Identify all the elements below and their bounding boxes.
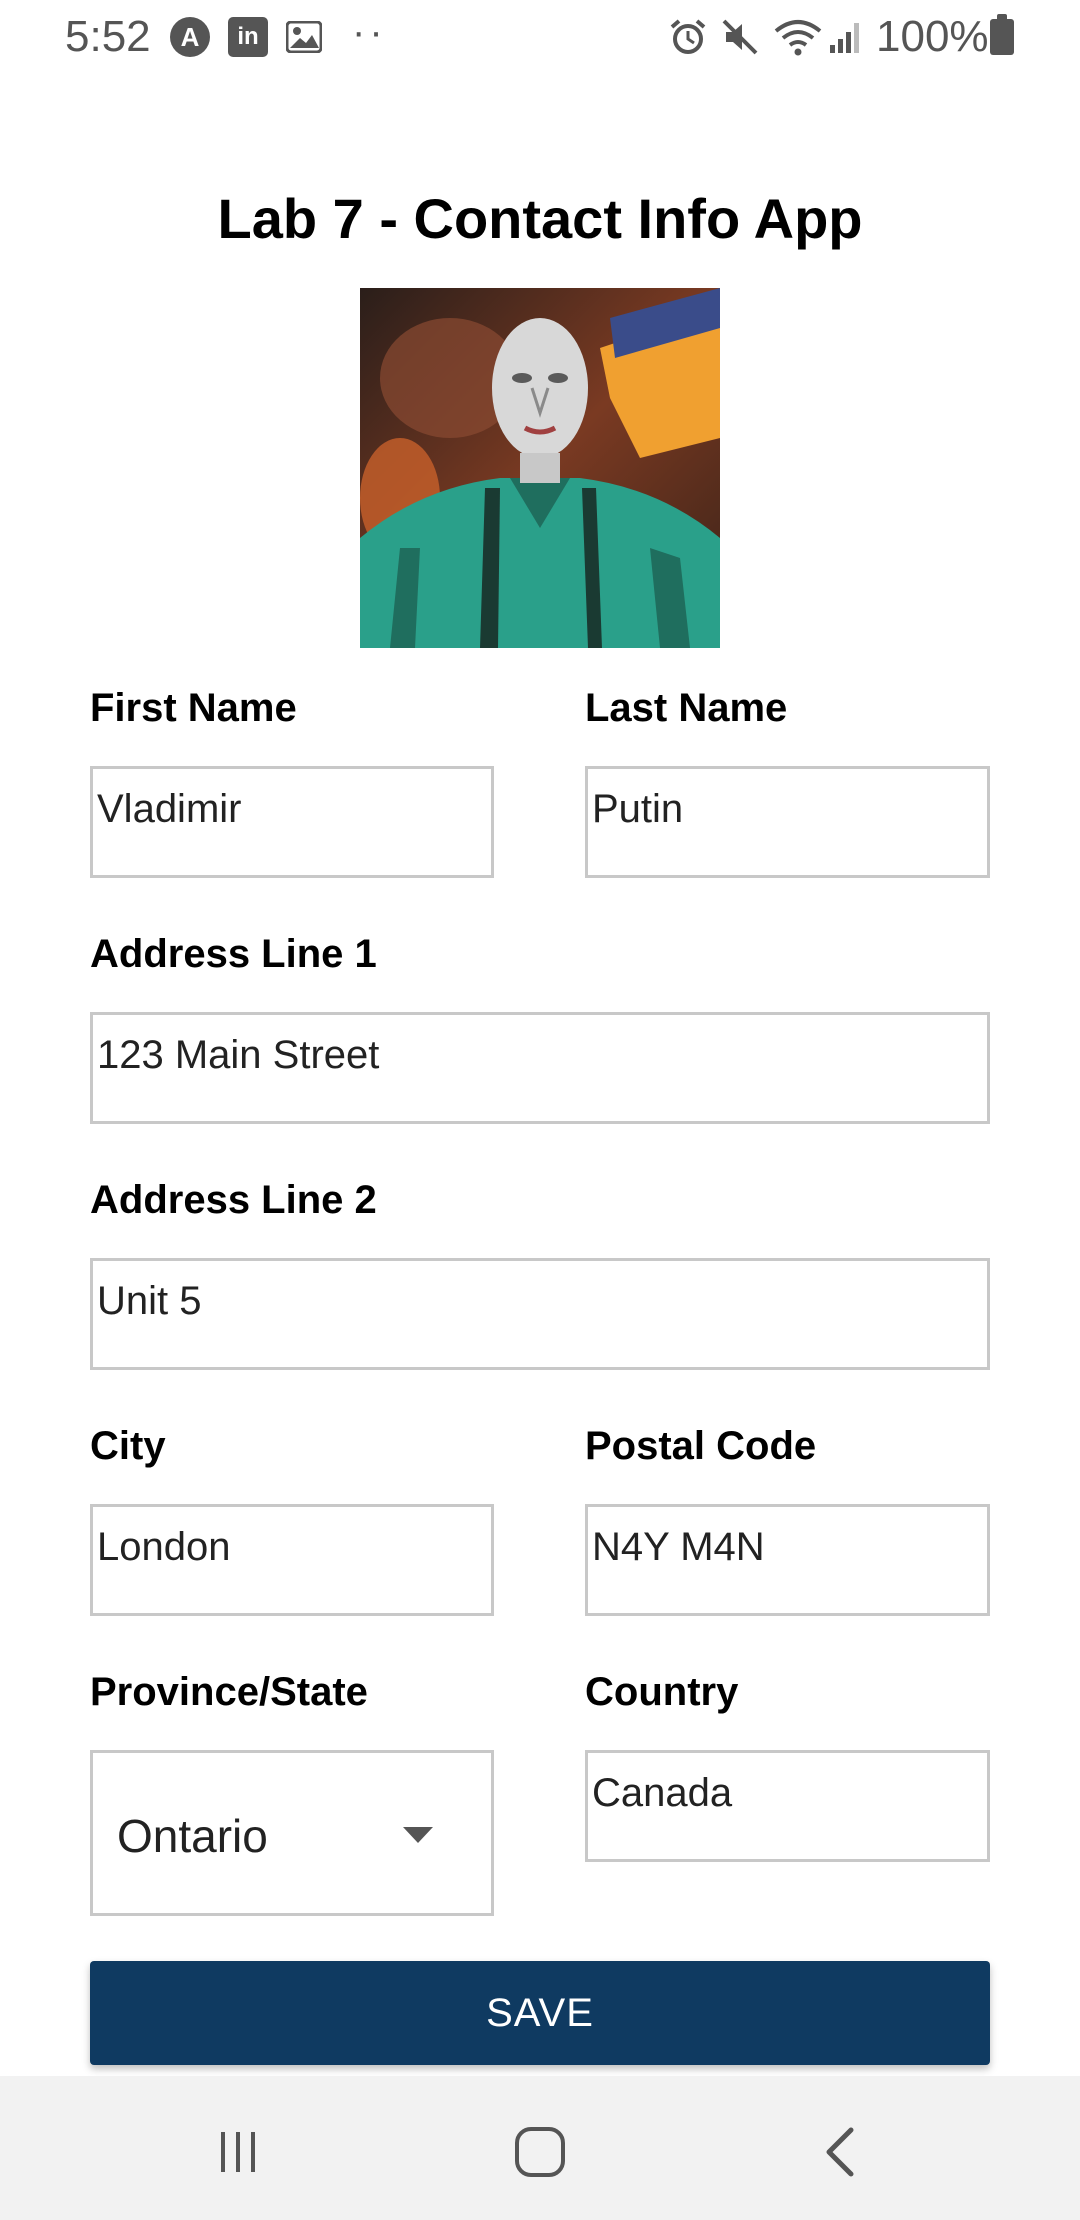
- province-state-select[interactable]: Ontario: [90, 1750, 494, 1916]
- first-name-value: Vladimir: [97, 787, 242, 831]
- city-value: London: [97, 1525, 231, 1569]
- alarm-icon: [668, 17, 708, 57]
- address-line-2-label: Address Line 2: [90, 1178, 377, 1222]
- city-input[interactable]: London: [90, 1504, 494, 1616]
- recent-apps-icon[interactable]: [198, 2112, 278, 2192]
- address-line-2-input[interactable]: Unit 5: [90, 1258, 990, 1370]
- app-notification-icon: A: [170, 17, 210, 57]
- home-icon[interactable]: [500, 2112, 580, 2192]
- address-line-1-value: 123 Main Street: [97, 1033, 380, 1077]
- postal-code-value: N4Y M4N: [592, 1525, 765, 1569]
- status-time: 5:52: [65, 12, 151, 61]
- postal-code-input[interactable]: N4Y M4N: [585, 1504, 990, 1616]
- address-line-1-input[interactable]: 123 Main Street: [90, 1012, 990, 1124]
- last-name-label: Last Name: [585, 686, 788, 730]
- country-input[interactable]: Canada: [585, 1750, 990, 1862]
- signal-icon: [826, 17, 866, 57]
- city-label: City: [90, 1424, 166, 1468]
- battery-percentage: 100%: [876, 12, 989, 61]
- address-line-1-label: Address Line 1: [90, 932, 377, 976]
- province-state-label: Province/State: [90, 1670, 368, 1714]
- postal-code-label: Postal Code: [585, 1424, 817, 1468]
- linkedin-icon: in: [228, 17, 268, 57]
- country-label: Country: [585, 1670, 739, 1714]
- wifi-icon: [772, 17, 824, 57]
- country-value: Canada: [592, 1771, 733, 1815]
- more-notifications-indicator: ··: [352, 10, 387, 54]
- gallery-icon: [284, 17, 324, 57]
- last-name-input[interactable]: Putin: [585, 766, 990, 878]
- province-state-selected-value: Ontario: [117, 1810, 268, 1862]
- back-icon[interactable]: [802, 2112, 882, 2192]
- first-name-input[interactable]: Vladimir: [90, 766, 494, 878]
- status-bar: 5:52 A in ·· 100%: [0, 0, 1080, 76]
- first-name-label: First Name: [90, 686, 297, 730]
- address-line-2-value: Unit 5: [97, 1279, 202, 1323]
- mute-icon: [720, 17, 760, 57]
- system-navigation-bar: [0, 2076, 1080, 2220]
- battery-icon: [990, 14, 1014, 55]
- last-name-value: Putin: [592, 787, 684, 831]
- save-button[interactable]: SAVE: [90, 1961, 990, 2065]
- page-title: Lab 7 - Contact Info App: [217, 187, 863, 250]
- contact-portrait-image: [360, 288, 720, 648]
- dropdown-arrow-icon: [403, 1827, 433, 1843]
